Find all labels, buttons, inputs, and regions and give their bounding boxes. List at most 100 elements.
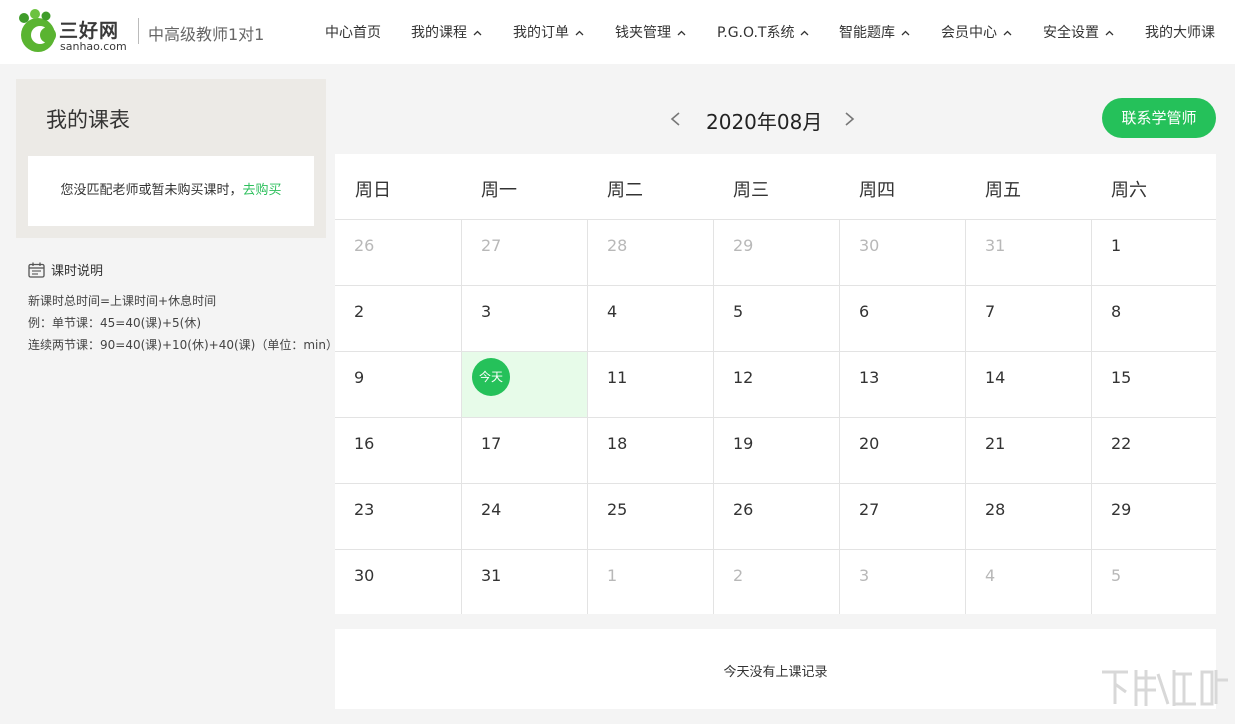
weekday-header: 周日 [355, 180, 391, 201]
day-number: 30 [354, 566, 375, 585]
day-number: 16 [354, 434, 375, 453]
calendar-day[interactable]: 5 [1092, 550, 1217, 615]
nav-item-label: 钱夹管理 [615, 25, 671, 41]
day-number: 17 [481, 434, 502, 453]
calendar-day-today[interactable]: 今天 [462, 352, 587, 417]
calendar-day[interactable]: 16 [335, 418, 461, 483]
nav-item-label: 智能题库 [839, 25, 895, 41]
calendar-icon [28, 262, 45, 278]
day-number: 31 [985, 236, 1006, 255]
calendar-day[interactable]: 13 [840, 352, 965, 417]
calendar-day[interactable]: 3 [462, 286, 587, 351]
calendar-day[interactable]: 3 [840, 550, 965, 615]
calendar-day[interactable]: 30 [840, 220, 965, 285]
calendar-day[interactable]: 27 [462, 220, 587, 285]
calendar-day[interactable]: 11 [588, 352, 713, 417]
notice-text: 您没匹配老师或暂未购买课时， [60, 183, 243, 198]
calendar-day[interactable]: 29 [714, 220, 839, 285]
calendar-day[interactable]: 29 [1092, 484, 1217, 549]
day-number: 3 [481, 302, 492, 321]
today-badge: 今天 [472, 358, 510, 396]
nav-item-my-orders[interactable]: 我的订单 [513, 22, 584, 42]
calendar-day[interactable]: 15 [1092, 352, 1217, 417]
day-number: 27 [481, 236, 502, 255]
site-logo[interactable]: 三好网 sanhao.com [15, 8, 133, 56]
nav-item-pgot-system[interactable]: P.G.O.T系统 [717, 22, 809, 42]
calendar-day[interactable]: 27 [840, 484, 965, 549]
chevron-up-icon [677, 30, 686, 36]
day-number: 7 [985, 302, 996, 321]
logo-divider [138, 18, 139, 44]
calendar-day[interactable]: 14 [966, 352, 1091, 417]
day-number: 3 [859, 566, 870, 585]
calendar-day[interactable]: 23 [335, 484, 461, 549]
day-number: 20 [859, 434, 880, 453]
calendar-day[interactable]: 28 [588, 220, 713, 285]
day-number: 30 [859, 236, 880, 255]
day-number: 25 [607, 500, 628, 519]
calendar-day[interactable]: 6 [840, 286, 965, 351]
calendar-day[interactable]: 4 [966, 550, 1091, 615]
weekday-header: 周四 [859, 180, 895, 201]
calendar-day[interactable]: 31 [966, 220, 1091, 285]
day-number: 5 [1111, 566, 1122, 585]
day-number: 28 [985, 500, 1006, 519]
day-number: 2 [733, 566, 744, 585]
calendar-day[interactable]: 25 [588, 484, 713, 549]
calendar-day[interactable]: 28 [966, 484, 1091, 549]
brand-subtitle: 中高级教师1对1 [148, 25, 265, 44]
calendar-day[interactable]: 20 [840, 418, 965, 483]
lesson-info: 课时说明 新课时总时间=上课时间+休息时间 例：单节课：45=40(课)+5(休… [28, 262, 338, 352]
calendar-day[interactable]: 31 [462, 550, 587, 615]
chevron-up-icon [801, 30, 809, 36]
weekday-header: 周六 [1111, 180, 1147, 201]
day-number: 29 [733, 236, 754, 255]
prev-month-button[interactable] [667, 108, 685, 130]
calendar-day[interactable]: 21 [966, 418, 1091, 483]
day-number: 23 [354, 500, 375, 519]
nav-item-label: P.G.O.T系统 [717, 25, 795, 41]
calendar-day[interactable]: 30 [335, 550, 461, 615]
calendar-day[interactable]: 1 [1092, 220, 1217, 285]
calendar-day[interactable]: 18 [588, 418, 713, 483]
calendar-day[interactable]: 12 [714, 352, 839, 417]
day-number: 14 [985, 368, 1006, 387]
calendar-day[interactable]: 24 [462, 484, 587, 549]
day-number: 11 [607, 368, 628, 387]
day-number: 29 [1111, 500, 1132, 519]
nav-item-my-courses[interactable]: 我的课程 [411, 22, 482, 42]
day-number: 26 [354, 236, 375, 255]
calendar-day[interactable]: 5 [714, 286, 839, 351]
chevron-up-icon [1105, 30, 1114, 36]
nav-item-security[interactable]: 安全设置 [1043, 22, 1114, 42]
calendar-day[interactable]: 22 [1092, 418, 1217, 483]
buy-link[interactable]: 去购买 [243, 183, 282, 198]
day-number: 21 [985, 434, 1006, 453]
calendar-day[interactable]: 19 [714, 418, 839, 483]
nav-item-member-center[interactable]: 会员中心 [941, 22, 1012, 42]
calendar-day[interactable]: 9 [335, 352, 461, 417]
calendar-day[interactable]: 7 [966, 286, 1091, 351]
nav-item-master-class[interactable]: 我的大师课 [1145, 22, 1215, 42]
top-header: 三好网 sanhao.com 中高级教师1对1 中心首页 我的课程 我的订单 钱… [0, 0, 1235, 64]
calendar-day[interactable]: 4 [588, 286, 713, 351]
calendar-day[interactable]: 8 [1092, 286, 1217, 351]
day-number: 12 [733, 368, 754, 387]
lesson-info-heading: 课时说明 [28, 262, 328, 280]
contact-advisor-button[interactable]: 联系学管师 [1102, 98, 1216, 138]
nav-item-home[interactable]: 中心首页 [325, 22, 381, 42]
nav-item-question-bank[interactable]: 智能题库 [839, 22, 910, 42]
calendar-day[interactable]: 17 [462, 418, 587, 483]
weekday-header: 周三 [733, 180, 769, 201]
calendar-day[interactable]: 2 [335, 286, 461, 351]
calendar-day[interactable]: 1 [588, 550, 713, 615]
calendar-day[interactable]: 26 [335, 220, 461, 285]
calendar-day[interactable]: 2 [714, 550, 839, 615]
calendar-day[interactable]: 26 [714, 484, 839, 549]
lesson-info-line: 连续两节课：90=40(课)+10(休)+40(课)（单位：min） [28, 338, 338, 352]
day-number: 8 [1111, 302, 1122, 321]
day-number: 13 [859, 368, 880, 387]
next-month-button[interactable] [840, 108, 858, 130]
day-number: 15 [1111, 368, 1132, 387]
nav-item-wallet[interactable]: 钱夹管理 [615, 22, 686, 42]
